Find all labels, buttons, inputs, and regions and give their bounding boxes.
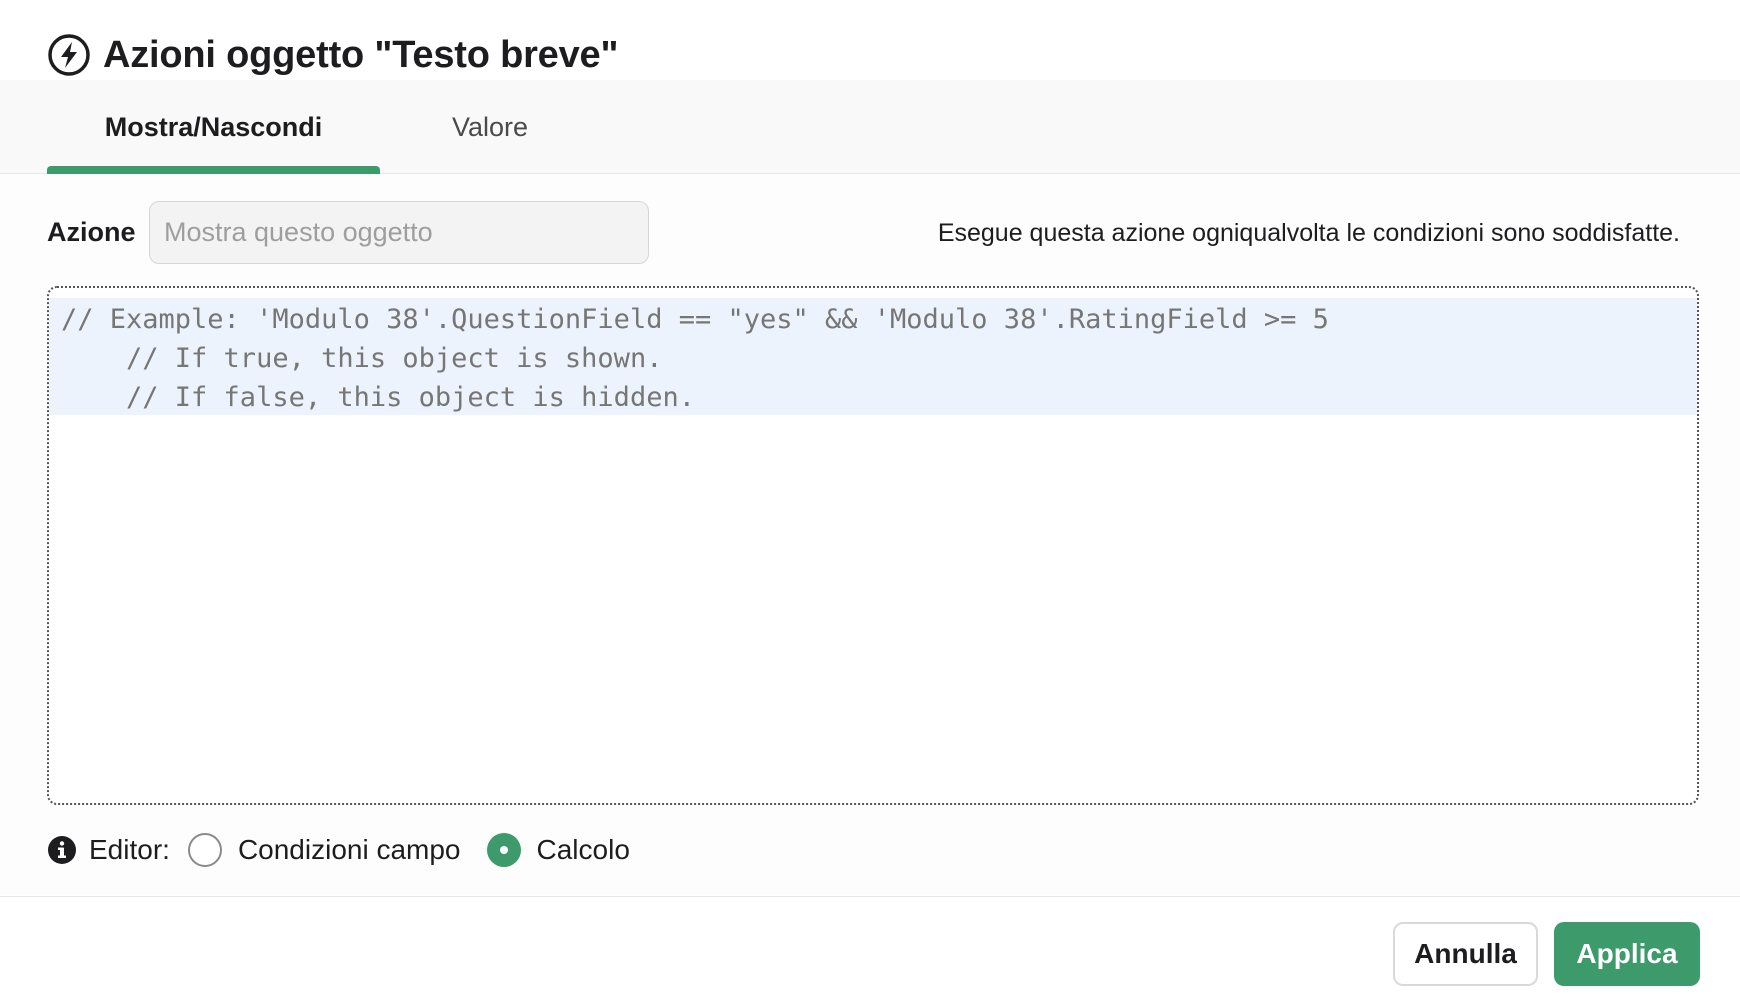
radio-field-conditions[interactable]: [187, 833, 222, 867]
code-line-2: // If true, this object is shown.: [61, 343, 663, 374]
title-row: Azioni oggetto "Testo breve": [47, 33, 619, 77]
code-line-3: // If false, this object is hidden.: [61, 382, 695, 413]
editor-mode-label: Editor:: [89, 834, 170, 865]
action-input[interactable]: [149, 201, 649, 264]
code-line-1: // Example: 'Modulo 38'.QuestionField ==…: [61, 304, 1329, 335]
action-label: Azione: [47, 217, 136, 247]
tab-show-hide[interactable]: Mostra/Nascondi: [47, 80, 380, 174]
code-editor[interactable]: // Example: 'Modulo 38'.QuestionField ==…: [47, 286, 1699, 805]
object-actions-dialog: Azioni oggetto "Testo breve" Mostra/Nasc…: [0, 0, 1740, 1000]
cancel-button[interactable]: Annulla: [1393, 922, 1538, 986]
tabs-bar: Mostra/Nascondi Valore: [0, 80, 1740, 174]
radio-calculation-label[interactable]: Calcolo: [537, 834, 630, 866]
dialog-title: Azioni oggetto "Testo breve": [103, 34, 619, 76]
apply-button[interactable]: Applica: [1554, 922, 1700, 986]
code-content: // Example: 'Modulo 38'.QuestionField ==…: [61, 300, 1329, 417]
tab-value[interactable]: Valore: [380, 80, 600, 174]
active-tab-indicator: [47, 166, 380, 174]
editor-mode-row: Editor: Condizioni campo Calcolo: [47, 830, 656, 870]
radio-field-conditions-label[interactable]: Condizioni campo: [238, 834, 461, 866]
radio-calculation[interactable]: [486, 833, 521, 867]
dialog-header: Azioni oggetto "Testo breve": [0, 0, 1740, 80]
info-icon[interactable]: [47, 835, 77, 865]
action-hint: Esegue questa azione ogniqualvolta le co…: [937, 219, 1680, 247]
lightning-bolt-icon: [47, 33, 91, 77]
